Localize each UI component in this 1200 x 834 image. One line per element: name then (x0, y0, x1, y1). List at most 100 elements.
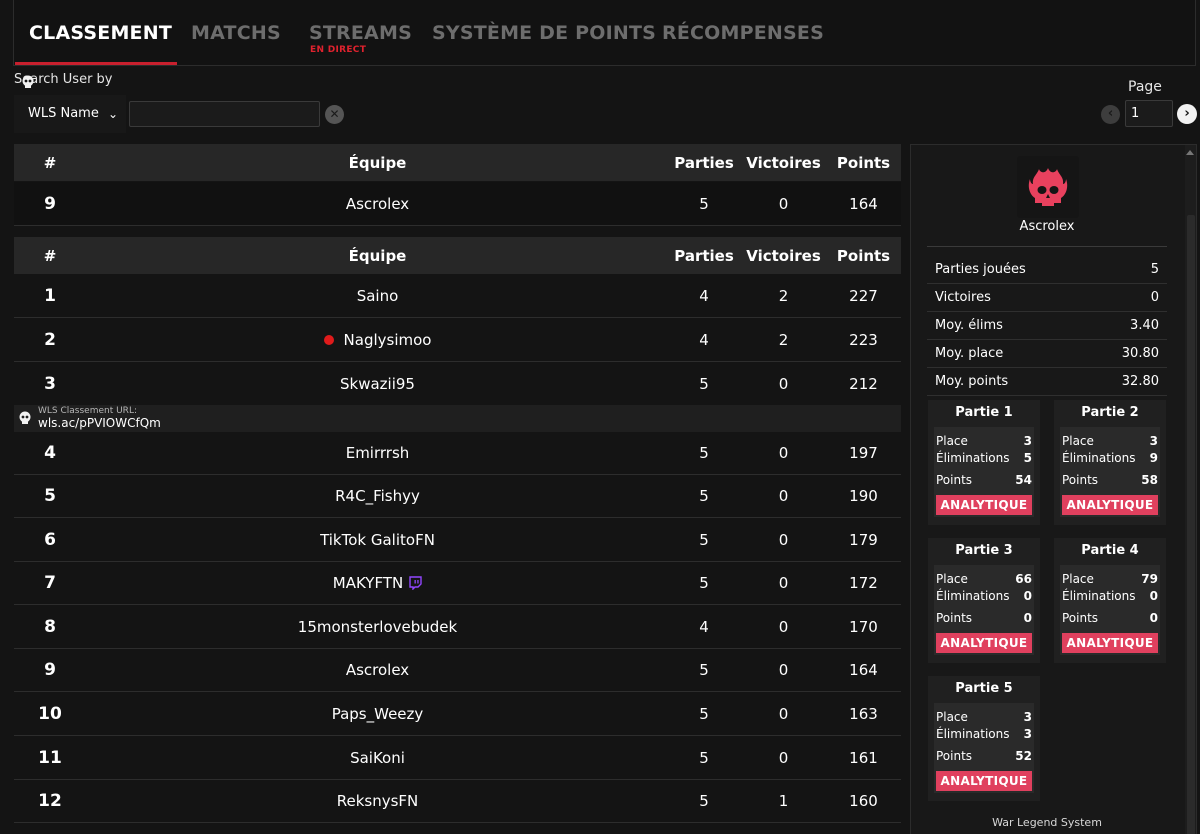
table-row[interactable]: 2 Naglysimoo 4 2 223 (14, 318, 901, 362)
team-cell: MAKYFTN (86, 561, 669, 604)
previous-page-icon[interactable]: ‹ (1101, 105, 1120, 124)
team-cell: 15monsterlovebudek (297, 617, 458, 636)
tab-bar: CLASSEMENT MATCHS STREAMS EN DIRECT SYST… (13, 0, 1196, 66)
analytique-button[interactable]: ANALYTIQUE (1062, 495, 1158, 515)
game-stats: Place 3 Éliminations 5 Points 54 ANALYTI… (934, 427, 1034, 517)
victoires-cell: 2 (778, 286, 789, 305)
victoires-cell: 0 (778, 704, 789, 723)
team-cell: ReksnysFN (336, 791, 419, 810)
skull-icon (19, 411, 31, 424)
points-cell: 164 (849, 660, 878, 679)
rank-cell: 1 (44, 285, 56, 306)
scrollbar[interactable] (1185, 145, 1196, 834)
page-number-input[interactable] (1125, 100, 1173, 127)
tab-recompenses[interactable]: RÉCOMPENSES (662, 22, 824, 44)
tab-streams[interactable]: STREAMS (309, 22, 412, 44)
elims-value: 9 (1149, 451, 1158, 465)
player-detail-panel: Ascrolex Parties jouées 5 Victoires 0 Mo… (910, 144, 1197, 834)
analytique-button[interactable]: ANALYTIQUE (1062, 633, 1158, 653)
team-cell: SaiKoni (350, 748, 405, 767)
rank-cell: 11 (38, 747, 62, 768)
team-cell: R4C_Fishyy (335, 486, 420, 505)
tab-matchs[interactable]: MATCHS (191, 22, 281, 44)
points-cell: 172 (849, 573, 878, 592)
table-row[interactable]: 12 ReksnysFN 5 1 160 (14, 779, 901, 823)
elims-label: Éliminations (936, 727, 1010, 741)
scrollbar-thumb[interactable] (1187, 215, 1195, 834)
table-row[interactable]: 3 Skwazii95 5 0 212 (14, 362, 901, 406)
points-value: 52 (1015, 749, 1032, 763)
analytique-button[interactable]: ANALYTIQUE (936, 495, 1032, 515)
rank-cell: 9 (44, 659, 56, 680)
parties-cell: 5 (699, 194, 709, 213)
rank-cell: 7 (44, 572, 56, 593)
elims-label: Éliminations (936, 451, 1010, 465)
page-label: Page (1128, 79, 1162, 95)
place-label: Place (1062, 434, 1094, 448)
elims-label: Éliminations (1062, 451, 1136, 465)
table-row[interactable]: 6 TikTok GalitoFN 5 0 179 (14, 518, 901, 562)
place-value: 79 (1141, 572, 1158, 586)
header-points: Points (836, 246, 891, 265)
header-parties: Parties (674, 246, 734, 265)
stat-value: 5 (1150, 262, 1159, 277)
next-page-icon[interactable]: › (1177, 104, 1197, 124)
parties-cell: 5 (699, 660, 709, 679)
parties-cell: 4 (699, 617, 709, 636)
header-victoires: Victoires (746, 153, 821, 172)
chevron-down-icon: ⌄ (107, 107, 118, 121)
rank-cell: 5 (44, 485, 56, 506)
twitch-icon[interactable] (409, 575, 422, 590)
stat-label: Moy. place (935, 346, 1004, 361)
table-row[interactable]: 10 Paps_Weezy 5 0 163 (14, 692, 901, 736)
table-row[interactable]: 7 MAKYFTN 5 0 172 (14, 561, 901, 605)
place-label: Place (1062, 572, 1094, 586)
elims-label: Éliminations (936, 589, 1010, 603)
table-row[interactable]: 1 Saino 4 2 227 (14, 274, 901, 318)
search-by-select[interactable]: WLS Name ⌄ (14, 95, 126, 133)
stat-label: Victoires (935, 290, 991, 305)
table-row[interactable]: 5 R4C_Fishyy 5 0 190 (14, 474, 901, 518)
team-cell: Ascrolex (345, 194, 410, 213)
victoires-cell: 0 (778, 617, 789, 636)
player-name: Ascrolex (1019, 219, 1075, 234)
points-label: Points (936, 749, 973, 763)
clear-search-icon[interactable]: ✕ (325, 105, 344, 124)
url-link[interactable]: wls.ac/pPVIOWCfQm (38, 416, 161, 430)
parties-cell: 4 (699, 286, 709, 305)
highlighted-row[interactable]: 9 Ascrolex 5 0 164 (14, 182, 901, 226)
live-badge: EN DIRECT (310, 45, 367, 55)
game-title: Partie 4 (1081, 543, 1139, 558)
table-row[interactable]: 11 SaiKoni 5 0 161 (14, 736, 901, 780)
stat-row: Moy. élims 3.40 (927, 312, 1167, 340)
team-cell: Naglysimoo (86, 318, 669, 361)
points-label: Points (1062, 473, 1099, 487)
analytique-button[interactable]: ANALYTIQUE (936, 633, 1032, 653)
tab-classement[interactable]: CLASSEMENT (29, 22, 172, 44)
game-stats: Place 3 Éliminations 3 Points 52 ANALYTI… (934, 703, 1034, 793)
table-row[interactable]: 9 Ascrolex 5 0 164 (14, 648, 901, 692)
points-cell: 227 (849, 286, 878, 305)
victoires-cell: 0 (778, 374, 789, 393)
elims-value: 0 (1023, 589, 1032, 603)
table-row[interactable]: 4 Emirrrsh 5 0 197 (14, 431, 901, 475)
parties-cell: 5 (699, 443, 709, 462)
game-title: Partie 3 (955, 543, 1013, 558)
parties-cell: 4 (699, 330, 709, 349)
header-team: Équipe (348, 153, 407, 172)
stat-row: Moy. points 32.80 (927, 368, 1167, 396)
analytique-button[interactable]: ANALYTIQUE (936, 771, 1032, 791)
points-cell: 163 (849, 704, 878, 723)
stat-row: Victoires 0 (927, 284, 1167, 312)
victoires-cell: 0 (778, 194, 789, 213)
search-input[interactable] (129, 101, 320, 127)
stat-value: 0 (1150, 290, 1159, 305)
rank-cell: 3 (44, 373, 56, 394)
victoires-cell: 0 (778, 748, 789, 767)
scroll-up-icon[interactable] (1186, 150, 1194, 155)
tab-systeme-de-points[interactable]: SYSTÈME DE POINTS (432, 22, 656, 44)
flaming-skull-icon (1028, 168, 1068, 206)
team-cell: TikTok GalitoFN (320, 530, 435, 549)
rank-cell: 8 (44, 616, 56, 637)
table-row[interactable]: 8 15monsterlovebudek 4 0 170 (14, 605, 901, 649)
